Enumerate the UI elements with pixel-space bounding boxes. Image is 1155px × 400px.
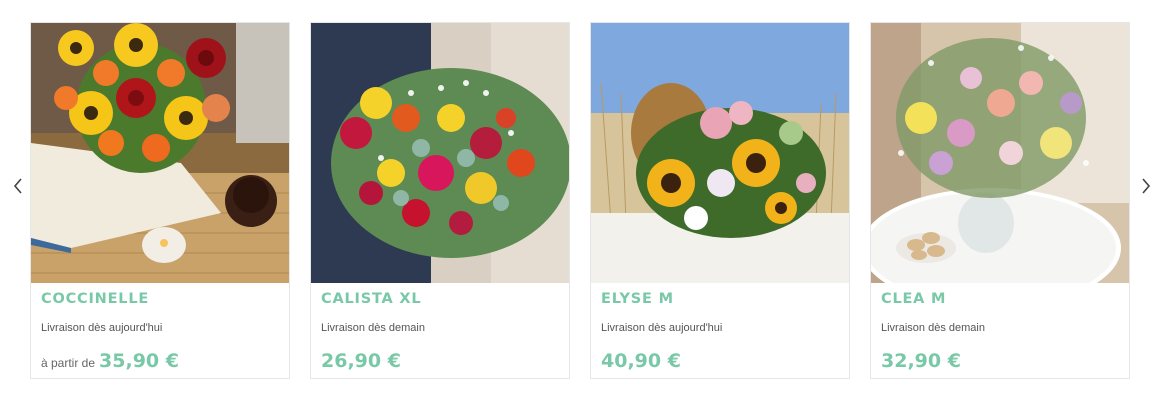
product-card[interactable]: COCCINELLE Livraison dès aujourd'hui à p…	[30, 22, 290, 379]
product-image[interactable]	[871, 23, 1129, 283]
product-name[interactable]: CLEA M	[881, 291, 946, 307]
product-name[interactable]: COCCINELLE	[41, 291, 149, 307]
product-price: 26,90 €	[321, 350, 401, 372]
delivery-info: Livraison dès aujourd'hui	[601, 322, 723, 334]
product-price: 32,90 €	[881, 350, 961, 372]
product-image[interactable]	[311, 23, 569, 283]
product-name[interactable]: CALISTA XL	[321, 291, 421, 307]
carousel-next-button[interactable]	[1134, 172, 1155, 200]
price-row: à partir de 35,90 €	[41, 350, 179, 372]
product-card[interactable]: CLEA M Livraison dès demain 32,90 €	[870, 22, 1130, 379]
product-name[interactable]: ELYSE M	[601, 291, 674, 307]
product-image[interactable]	[591, 23, 849, 283]
product-price: 40,90 €	[601, 350, 681, 372]
carousel-prev-button[interactable]	[6, 172, 30, 200]
delivery-info: Livraison dès demain	[321, 322, 425, 334]
product-card[interactable]: CALISTA XL Livraison dès demain 26,90 €	[310, 22, 570, 379]
product-carousel: COCCINELLE Livraison dès aujourd'hui à p…	[0, 0, 1155, 400]
delivery-info: Livraison dès demain	[881, 322, 985, 334]
product-card[interactable]: ELYSE M Livraison dès aujourd'hui 40,90 …	[590, 22, 850, 379]
price-row: 32,90 €	[881, 350, 961, 372]
product-price: 35,90 €	[99, 350, 179, 372]
chevron-left-icon	[13, 178, 22, 194]
price-row: 40,90 €	[601, 350, 681, 372]
price-prefix: à partir de	[41, 356, 96, 370]
delivery-info: Livraison dès aujourd'hui	[41, 322, 163, 334]
product-image[interactable]	[31, 23, 289, 283]
chevron-right-icon	[1142, 178, 1151, 194]
price-row: 26,90 €	[321, 350, 401, 372]
